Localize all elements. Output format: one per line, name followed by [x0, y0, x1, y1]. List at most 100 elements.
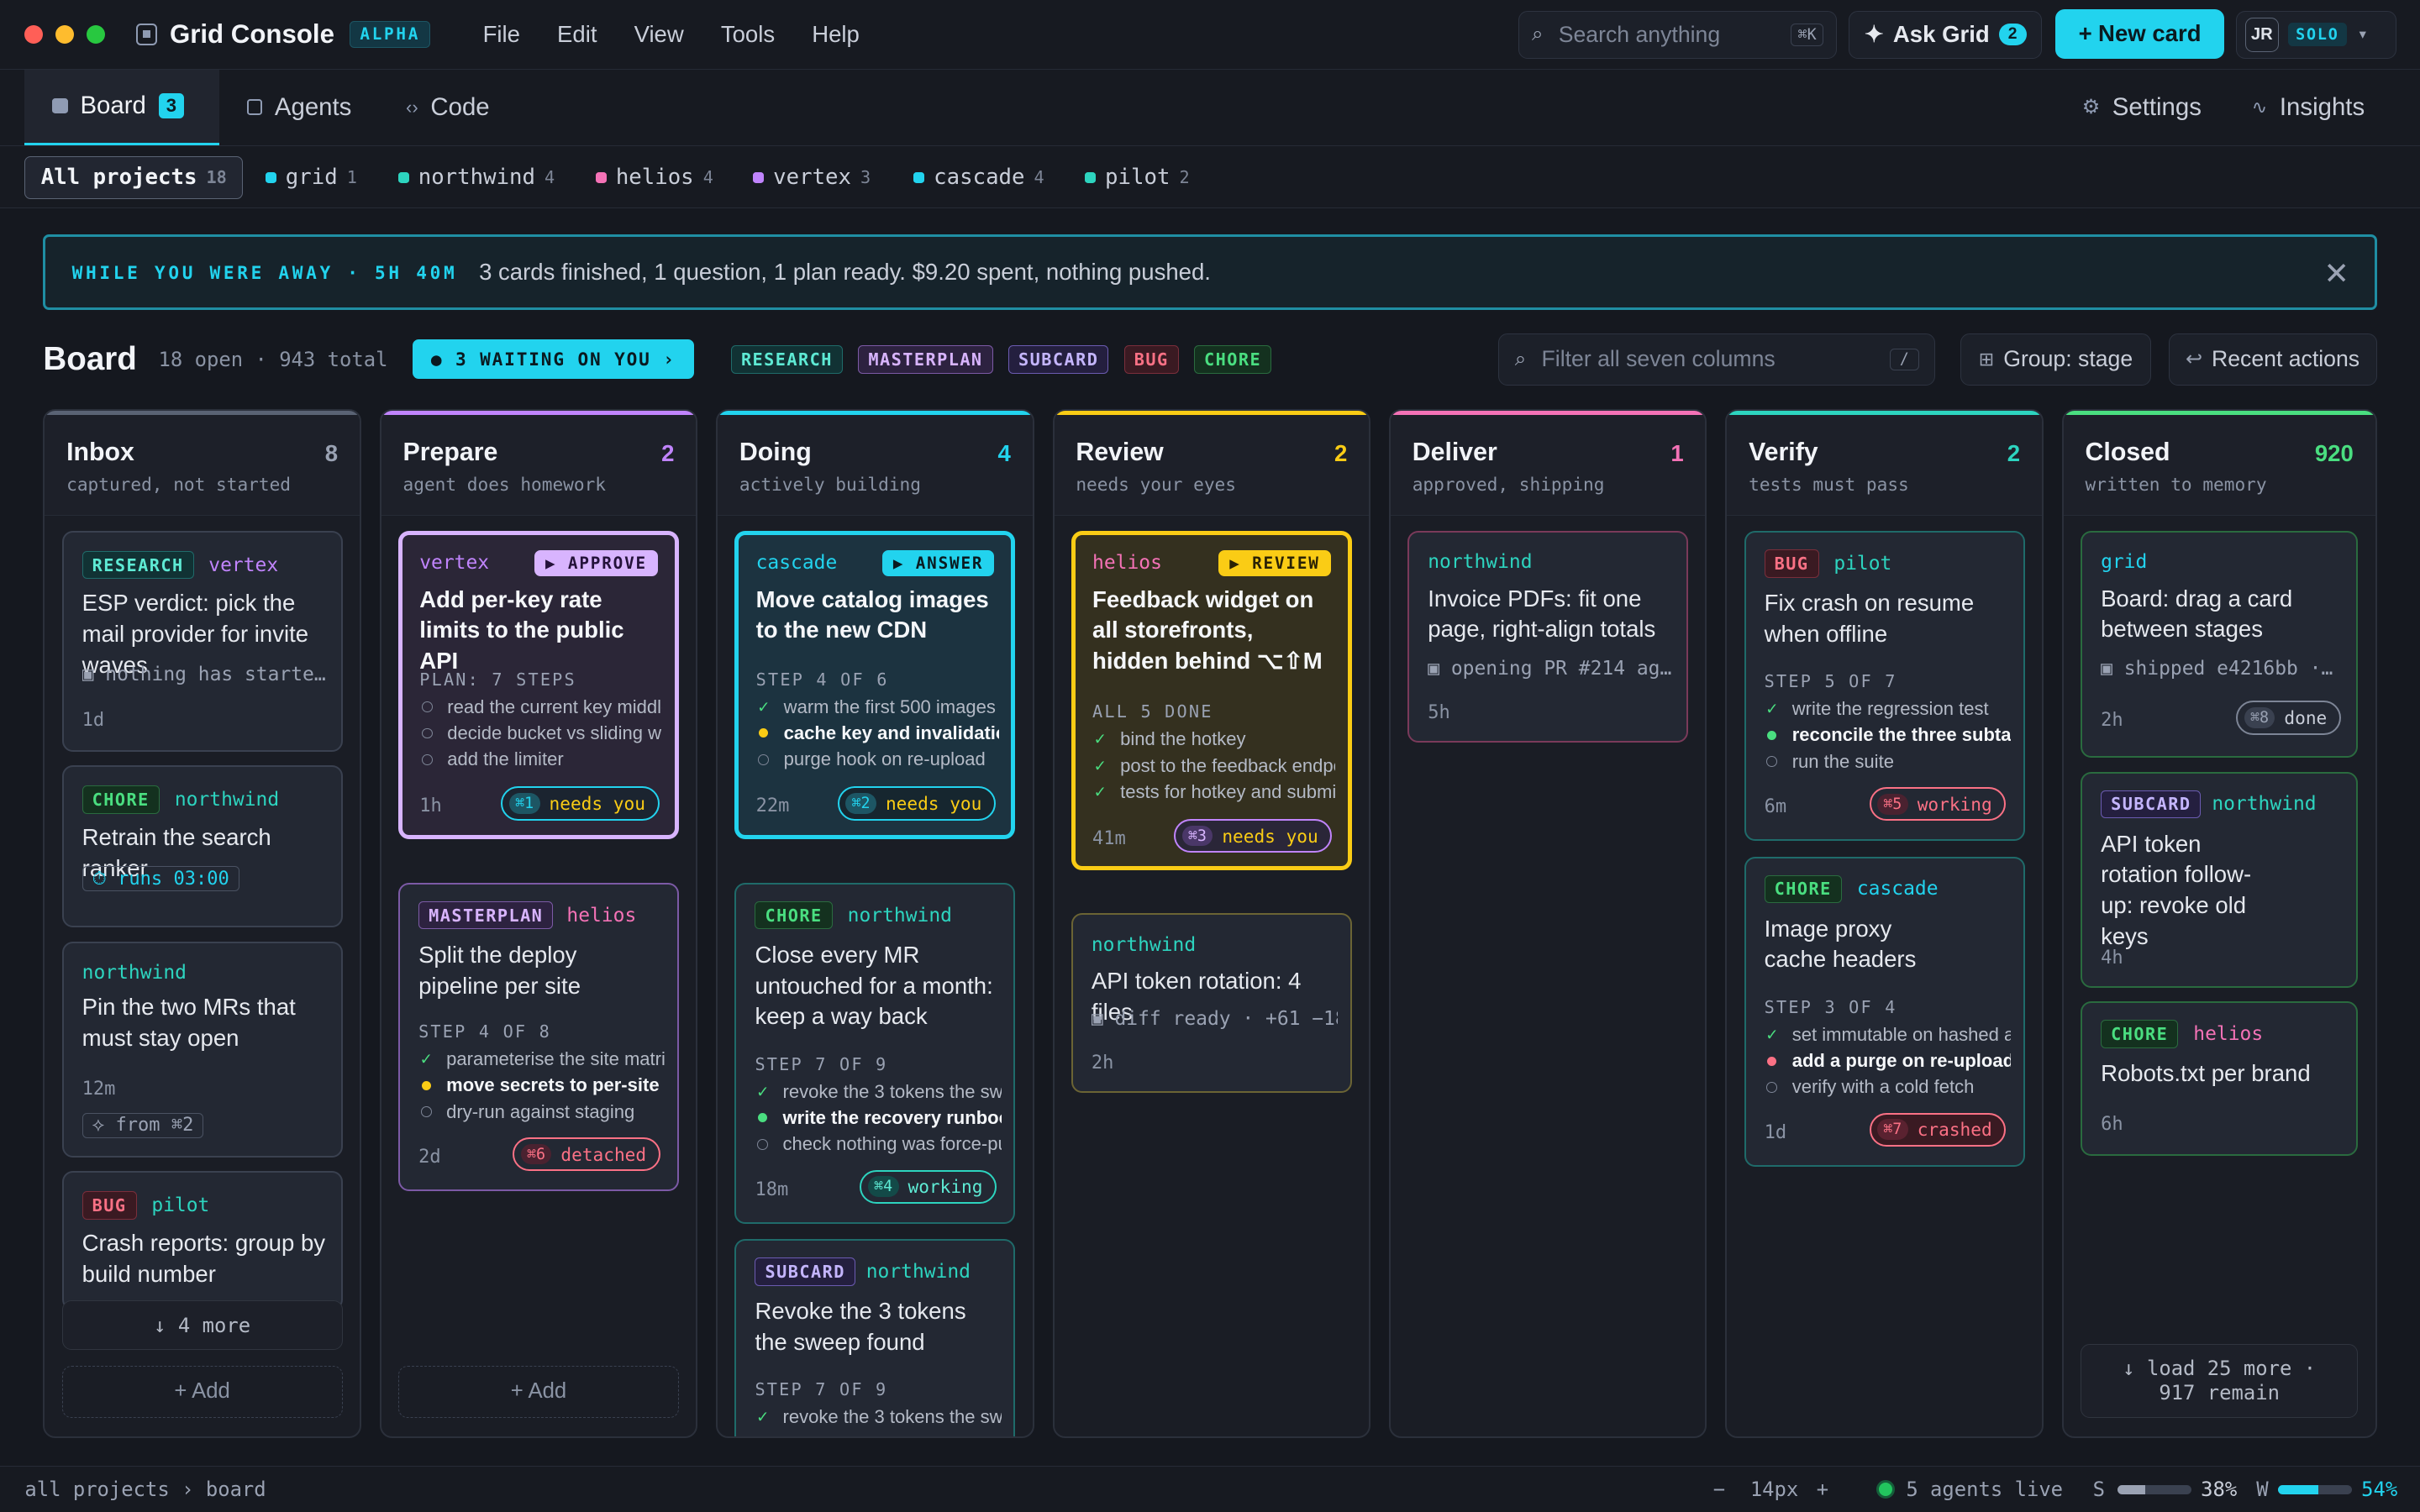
project-pill-label: grid	[285, 165, 338, 191]
tab-settings-label: Settings	[2112, 92, 2202, 121]
board-card[interactable]: northwind Pin the two MRs that must stay…	[61, 941, 343, 1158]
board-filter-input[interactable]: ⌕ Filter all seven columns /	[1498, 333, 1936, 386]
maximize-window-button[interactable]	[86, 24, 105, 44]
banner-text: 3 cards finished, 1 question, 1 plan rea…	[479, 259, 1211, 286]
menu-edit[interactable]: Edit	[539, 21, 616, 48]
card-time: 12m	[82, 1079, 116, 1100]
legend-research[interactable]: RESEARCH	[730, 345, 843, 374]
group-by-button[interactable]: ⊞ Group: stage	[1960, 333, 2152, 386]
card-time: 4h	[2101, 948, 2123, 969]
board-card[interactable]: SUBCARD northwind API token rotation fol…	[2081, 771, 2359, 988]
status-bar: all projects › board − 14px + 5 agents l…	[0, 1465, 2420, 1512]
project-pill-vertex[interactable]: vertex 3	[753, 156, 871, 199]
link-chip[interactable]: ⟡ from ⌘2	[82, 1112, 204, 1139]
user-menu[interactable]: JR SOLO ▾	[2236, 10, 2397, 59]
status-pill[interactable]: ⌘2 needs you	[837, 786, 997, 821]
step-text: tests for hotkey and submit	[1120, 780, 1336, 802]
legend-chore[interactable]: CHORE	[1193, 345, 1272, 374]
status-pill[interactable]: ⌘4 working	[860, 1169, 997, 1204]
legend-masterplan[interactable]: MASTERPLAN	[858, 345, 993, 374]
project-pill-northwind[interactable]: northwind 4	[397, 156, 555, 199]
project-pill-cascade[interactable]: cascade 4	[913, 156, 1044, 199]
show-more-button[interactable]: ↓ 4 more	[61, 1300, 343, 1351]
agents-icon	[246, 99, 263, 115]
file-icon: ▣	[82, 664, 106, 686]
w-meter-label: W	[2256, 1477, 2269, 1501]
step-item: ✓ write the regression test	[1765, 696, 2011, 722]
board-card[interactable]: northwind Invoice PDFs: fit one page, ri…	[1407, 530, 1689, 743]
column-review: Review 2 needs your eyes helios ▶ REVIEW…	[1052, 408, 1370, 1438]
schedule-chip: ⏱ runs 03:00	[82, 865, 239, 892]
away-summary-banner: WHILE YOU WERE AWAY · 5H 40M 3 cards fin…	[43, 234, 2377, 311]
step-text: revoke the 3 tokens the sweep found	[782, 1406, 1002, 1428]
recent-actions-button[interactable]: ↩ Recent actions	[2168, 333, 2377, 386]
answer-button[interactable]: ▶ ANSWER	[881, 550, 995, 576]
search-input[interactable]: ⌕ Search anything ⌘K	[1518, 10, 1837, 59]
board-card[interactable]: RESEARCH vertex ESP verdict: pick the ma…	[61, 530, 343, 752]
board-card[interactable]: SUBCARD northwind Revoke the 3 tokens th…	[734, 1239, 1016, 1436]
board-card[interactable]: CHORE cascade Image proxy cache headers …	[1744, 856, 2025, 1167]
card-project: northwind	[847, 904, 952, 927]
card-title: Invoice PDFs: fit one page, right-align …	[1428, 585, 1656, 643]
pending-icon	[419, 727, 434, 739]
ask-grid-button[interactable]: ✦ Ask Grid 2	[1849, 10, 2042, 59]
board-card[interactable]: BUG pilot Fix crash on resume when offli…	[1744, 530, 2025, 842]
load-more-button[interactable]: ↓ load 25 more · 917 remain	[2081, 1343, 2359, 1419]
s-meter	[2117, 1484, 2192, 1494]
step-label: STEP 7 OF 9	[755, 1379, 888, 1400]
status-pill[interactable]: ⌘7 crashed	[1869, 1112, 2007, 1147]
card-project: northwind	[1428, 551, 1533, 573]
add-card-button[interactable]: + Add	[398, 1365, 679, 1419]
board-card[interactable]: CHORE northwind Close every MR untouched…	[734, 882, 1016, 1224]
new-card-button[interactable]: + New card	[2055, 9, 2224, 59]
project-pill-all[interactable]: All projects 18	[24, 155, 244, 199]
menu-view[interactable]: View	[616, 21, 702, 48]
menu-tools[interactable]: Tools	[702, 21, 793, 48]
tab-code[interactable]: ‹› Code	[406, 70, 490, 145]
board-card[interactable]: MASTERPLAN helios Split the deploy pipel…	[398, 882, 679, 1192]
board-card[interactable]: helios ▶ REVIEW Feedback widget on all s…	[1071, 530, 1352, 871]
menu-help[interactable]: Help	[793, 21, 878, 48]
legend-bug[interactable]: BUG	[1123, 345, 1179, 374]
add-card-button[interactable]: + Add	[61, 1365, 343, 1419]
status-pill[interactable]: ⌘8 done	[2236, 701, 2341, 735]
card-project: pilot	[151, 1194, 210, 1216]
board-card[interactable]: CHORE northwind Retrain the search ranke…	[61, 765, 343, 927]
chevron-down-icon: ▾	[2359, 26, 2366, 43]
board-card[interactable]: CHORE helios Robots.txt per brand 6h	[2081, 1001, 2359, 1156]
minimize-window-button[interactable]	[55, 24, 75, 44]
waiting-on-you-button[interactable]: ● 3 WAITING ON YOU ›	[412, 339, 694, 380]
tab-settings[interactable]: ⚙ Settings	[2082, 70, 2202, 145]
board-card[interactable]: vertex ▶ APPROVE Add per-key rate limits…	[398, 530, 679, 840]
column-subtitle: tests must pass	[1749, 474, 1909, 496]
zoom-in-button[interactable]: +	[1817, 1478, 1828, 1501]
status-pill[interactable]: ⌘6 detached	[513, 1137, 660, 1172]
zoom-out-button[interactable]: −	[1713, 1478, 1725, 1501]
status-pill[interactable]: ⌘1 needs you	[501, 786, 660, 821]
close-icon[interactable]: ✕	[2323, 255, 2349, 291]
status-text: crashed	[1917, 1119, 1992, 1141]
menu-file[interactable]: File	[465, 21, 539, 48]
tab-insights[interactable]: ∿ Insights	[2252, 70, 2365, 145]
review-button[interactable]: ▶ REVIEW	[1218, 550, 1331, 576]
board-card[interactable]: BUG pilot Crash reports: group by build …	[61, 1171, 343, 1310]
status-pill[interactable]: ⌘3 needs you	[1174, 818, 1333, 853]
step-list: ✓ bind the hotkey ✓ post to the feedback e…	[1092, 727, 1336, 806]
project-pill-helios[interactable]: helios 4	[595, 156, 713, 199]
board-card[interactable]: northwind API token rotation: 4 files ▣ …	[1071, 913, 1352, 1093]
legend-subcard[interactable]: SUBCARD	[1007, 345, 1109, 374]
close-window-button[interactable]	[24, 24, 44, 44]
status-pill[interactable]: ⌘5 working	[1869, 787, 2007, 822]
project-pill-grid[interactable]: grid 1	[265, 156, 357, 199]
approve-button[interactable]: ▶ APPROVE	[534, 550, 658, 576]
step-item: add the limiter	[419, 747, 662, 773]
step-text: purge hook on re-upload	[783, 748, 986, 770]
card-project: cascade	[755, 552, 838, 575]
board-card[interactable]: cascade ▶ ANSWER Move catalog images to …	[734, 530, 1016, 840]
tab-board[interactable]: Board 3	[24, 69, 219, 145]
card-title: Split the deploy pipeline per site	[418, 941, 581, 999]
board-card[interactable]: grid Board: drag a card between stages ▣…	[2081, 530, 2359, 758]
tab-agents[interactable]: Agents	[246, 70, 351, 145]
project-pill-pilot[interactable]: pilot 2	[1085, 156, 1190, 199]
live-status-icon	[1876, 1480, 1896, 1499]
